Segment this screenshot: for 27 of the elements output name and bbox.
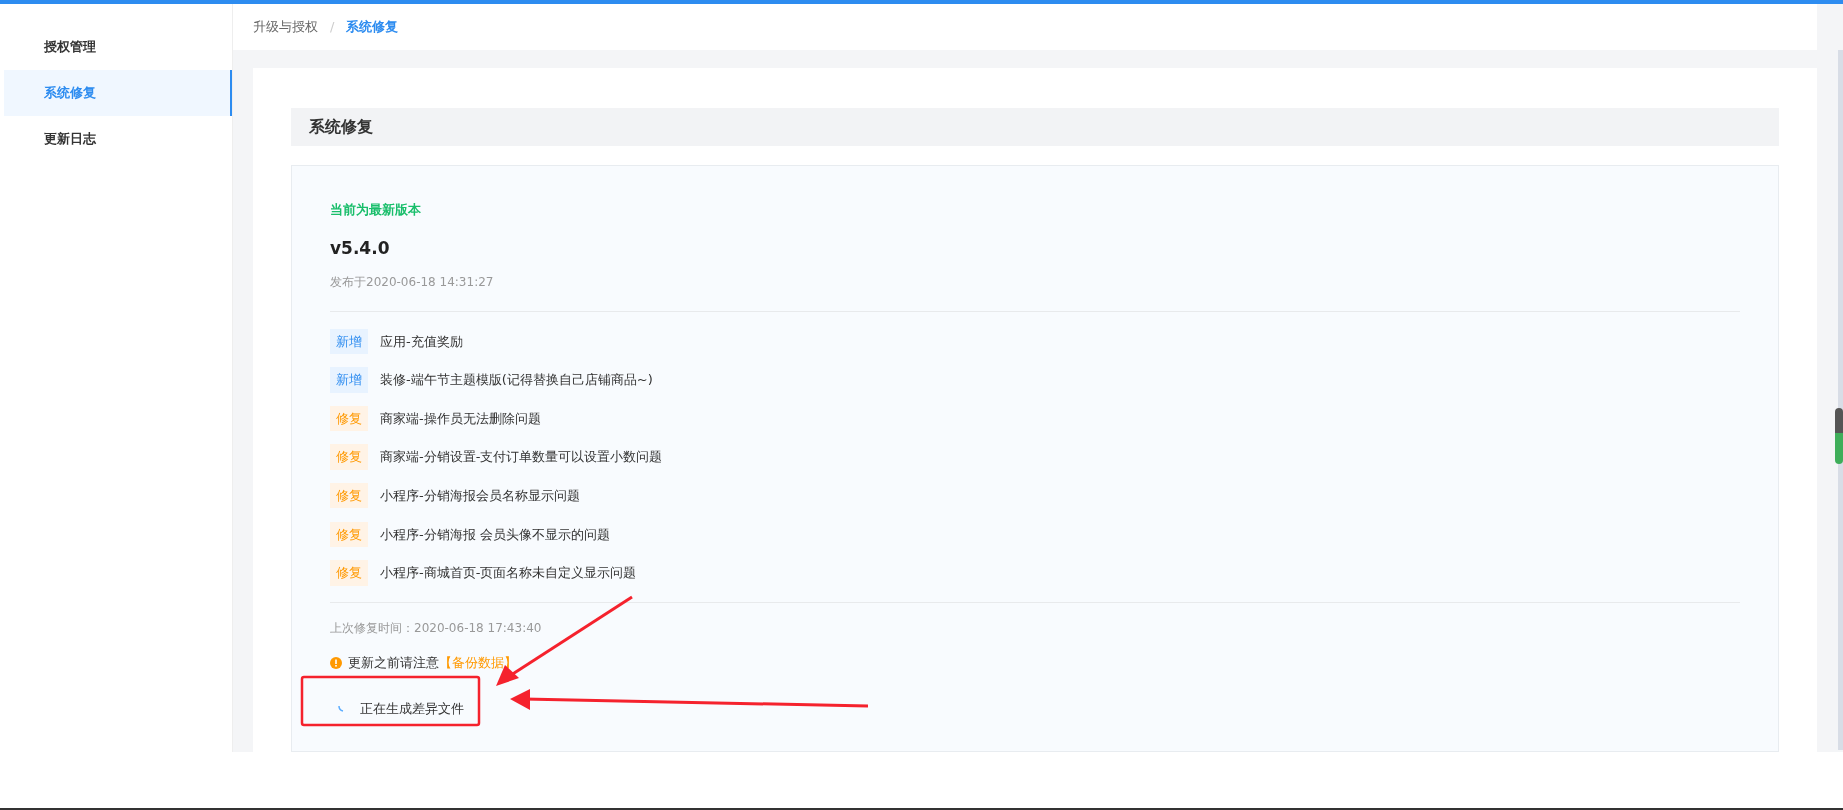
change-text: 商家端-分销设置-支付订单数量可以设置小数问题 xyxy=(380,448,663,467)
change-text: 商家端-操作员无法删除问题 xyxy=(380,409,541,428)
progress-text: 正在生成差异文件 xyxy=(360,699,464,718)
section-title: 系统修复 xyxy=(291,108,1779,146)
release-date: 发布于2020-06-18 14:31:27 xyxy=(330,274,494,291)
change-tag: 新增 xyxy=(330,328,368,355)
change-text: 小程序-分销海报会员名称显示问题 xyxy=(380,486,580,505)
sidebar-item[interactable]: 授权管理 xyxy=(4,24,232,70)
change-tag: 修复 xyxy=(330,560,368,586)
breadcrumb-link[interactable]: 升级与授权 xyxy=(253,17,318,37)
change-text: 应用-充值奖励 xyxy=(380,332,463,351)
status-text: 当前为最新版本 xyxy=(330,201,421,219)
change-text: 小程序-商城首页-页面名称未自定义显示问题 xyxy=(380,564,637,583)
breadcrumb-separator: / xyxy=(330,18,335,37)
change-tag: 修复 xyxy=(330,444,368,470)
notice-text: 更新之前请注意【备份数据】 xyxy=(348,654,517,673)
version-text: v5.4.0 xyxy=(330,236,390,260)
change-text: 装修-端午节主题模版(记得替换自己店铺商品~) xyxy=(380,371,653,390)
sidebar-item[interactable]: 更新日志 xyxy=(4,116,232,162)
change-tag: 修复 xyxy=(330,482,368,509)
change-text: 小程序-分销海报 会员头像不显示的问题 xyxy=(380,525,610,544)
change-tag: 新增 xyxy=(330,367,368,393)
change-tag: 修复 xyxy=(330,405,368,432)
last-repair-time: 上次修复时间：2020-06-18 17:43:40 xyxy=(330,620,542,638)
warning-icon xyxy=(330,656,342,669)
change-tag: 修复 xyxy=(330,521,368,547)
scrollbar-thumb[interactable] xyxy=(1835,408,1843,464)
